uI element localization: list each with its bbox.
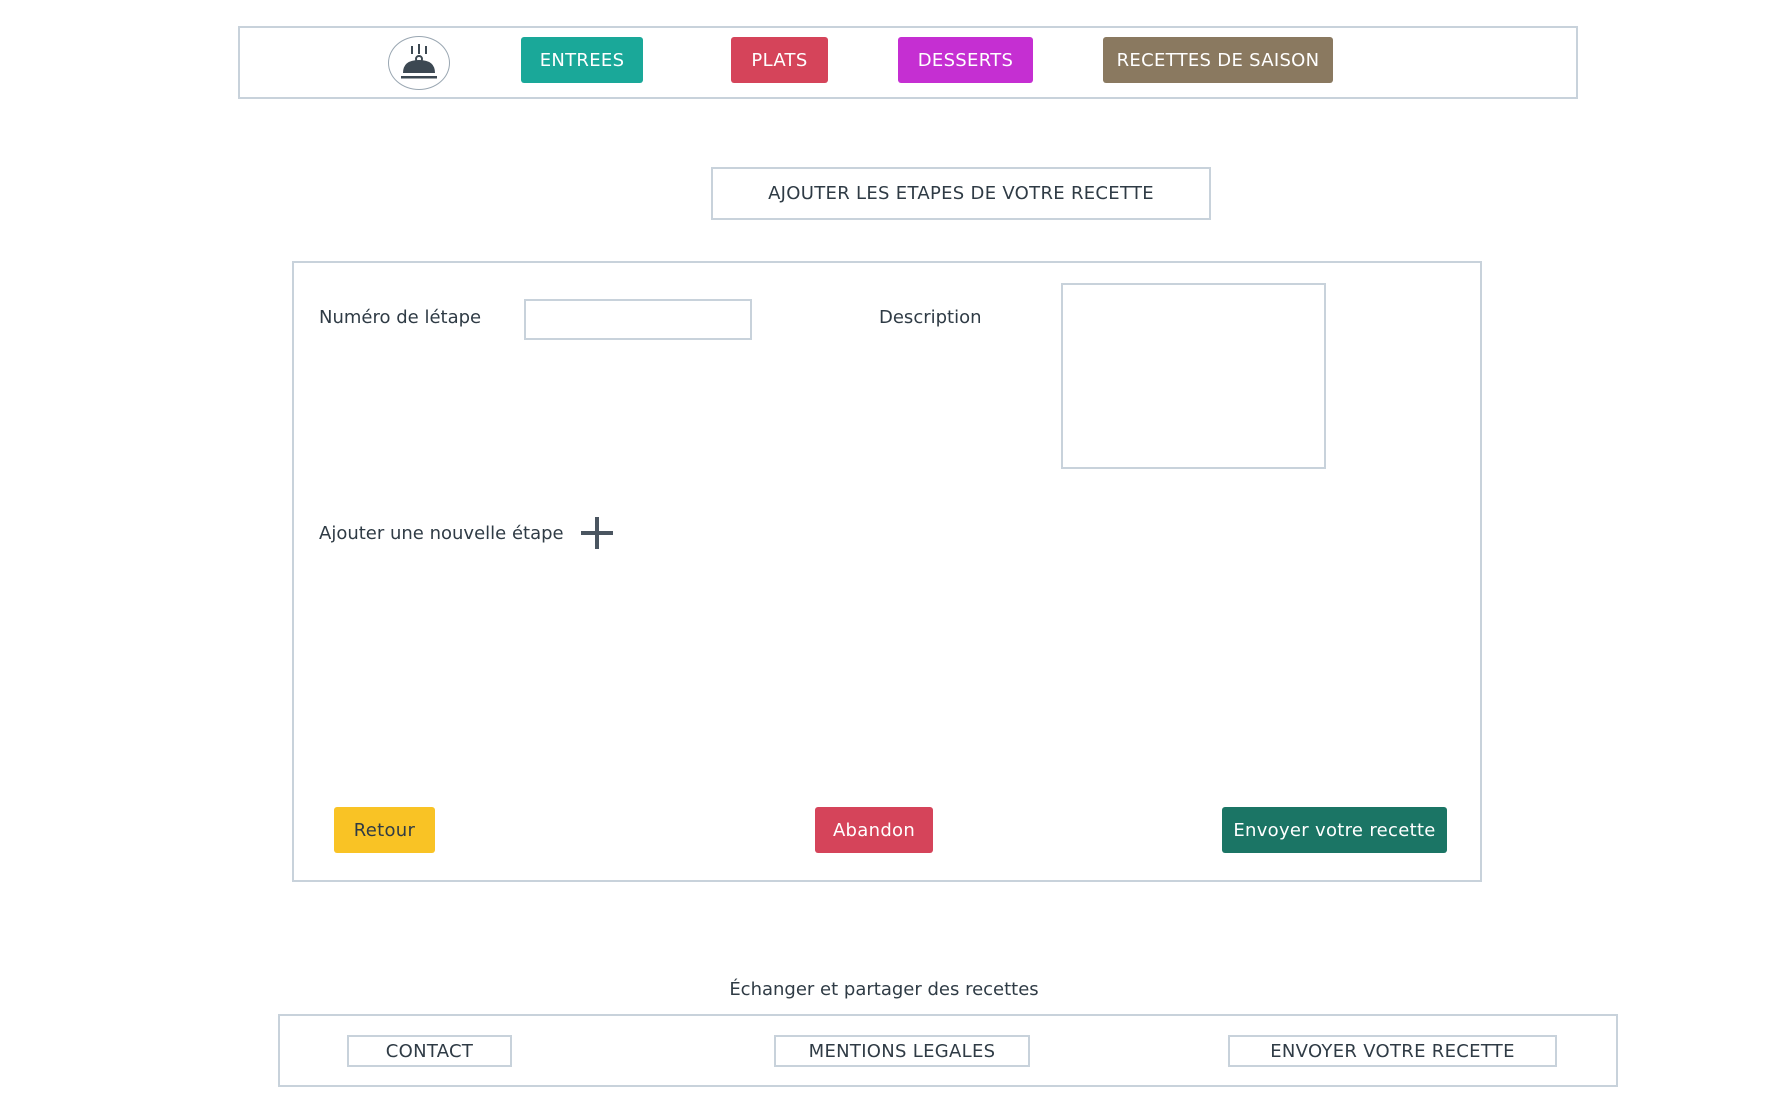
submit-recipe-button[interactable]: Envoyer votre recette: [1222, 807, 1447, 853]
serving-cloche-icon: [401, 44, 437, 79]
page-title-text: AJOUTER LES ETAPES DE VOTRE RECETTE: [768, 183, 1154, 204]
nav-recettes-de-saison-button[interactable]: RECETTES DE SAISON: [1103, 37, 1333, 83]
footer-envoyer-recette-label: ENVOYER VOTRE RECETTE: [1270, 1040, 1515, 1062]
footer-tagline: Échanger et partager des recettes: [729, 979, 1039, 1000]
abandon-button[interactable]: Abandon: [815, 807, 933, 853]
footer-mentions-legales-label: MENTIONS LEGALES: [808, 1040, 996, 1062]
add-step-label: Ajouter une nouvelle étape: [319, 523, 564, 544]
description-textarea[interactable]: [1061, 283, 1326, 469]
plus-icon[interactable]: [579, 515, 615, 551]
nav-desserts-button[interactable]: DESSERTS: [898, 37, 1033, 83]
nav-entrees-button[interactable]: ENTREES: [521, 37, 643, 83]
back-button[interactable]: Retour: [334, 807, 435, 853]
footer-envoyer-recette-link[interactable]: ENVOYER VOTRE RECETTE: [1228, 1035, 1557, 1067]
description-label: Description: [879, 307, 982, 328]
nav-entrees-label: ENTREES: [539, 49, 625, 71]
step-number-input[interactable]: [524, 299, 752, 340]
nav-plats-button[interactable]: PLATS: [731, 37, 828, 83]
footer-contact-link[interactable]: CONTACT: [347, 1035, 512, 1067]
site-logo[interactable]: [388, 36, 450, 90]
footer-contact-label: CONTACT: [385, 1040, 474, 1062]
nav-recettes-de-saison-label: RECETTES DE SAISON: [1116, 49, 1320, 71]
step-number-label: Numéro de létape: [319, 307, 482, 328]
nav-desserts-label: DESSERTS: [917, 49, 1014, 71]
footer-mentions-legales-link[interactable]: MENTIONS LEGALES: [774, 1035, 1030, 1067]
nav-plats-label: PLATS: [751, 49, 808, 71]
page-title: AJOUTER LES ETAPES DE VOTRE RECETTE: [711, 167, 1211, 220]
submit-recipe-button-label: Envoyer votre recette: [1233, 819, 1436, 841]
abandon-button-label: Abandon: [832, 819, 916, 841]
back-button-label: Retour: [353, 819, 416, 841]
